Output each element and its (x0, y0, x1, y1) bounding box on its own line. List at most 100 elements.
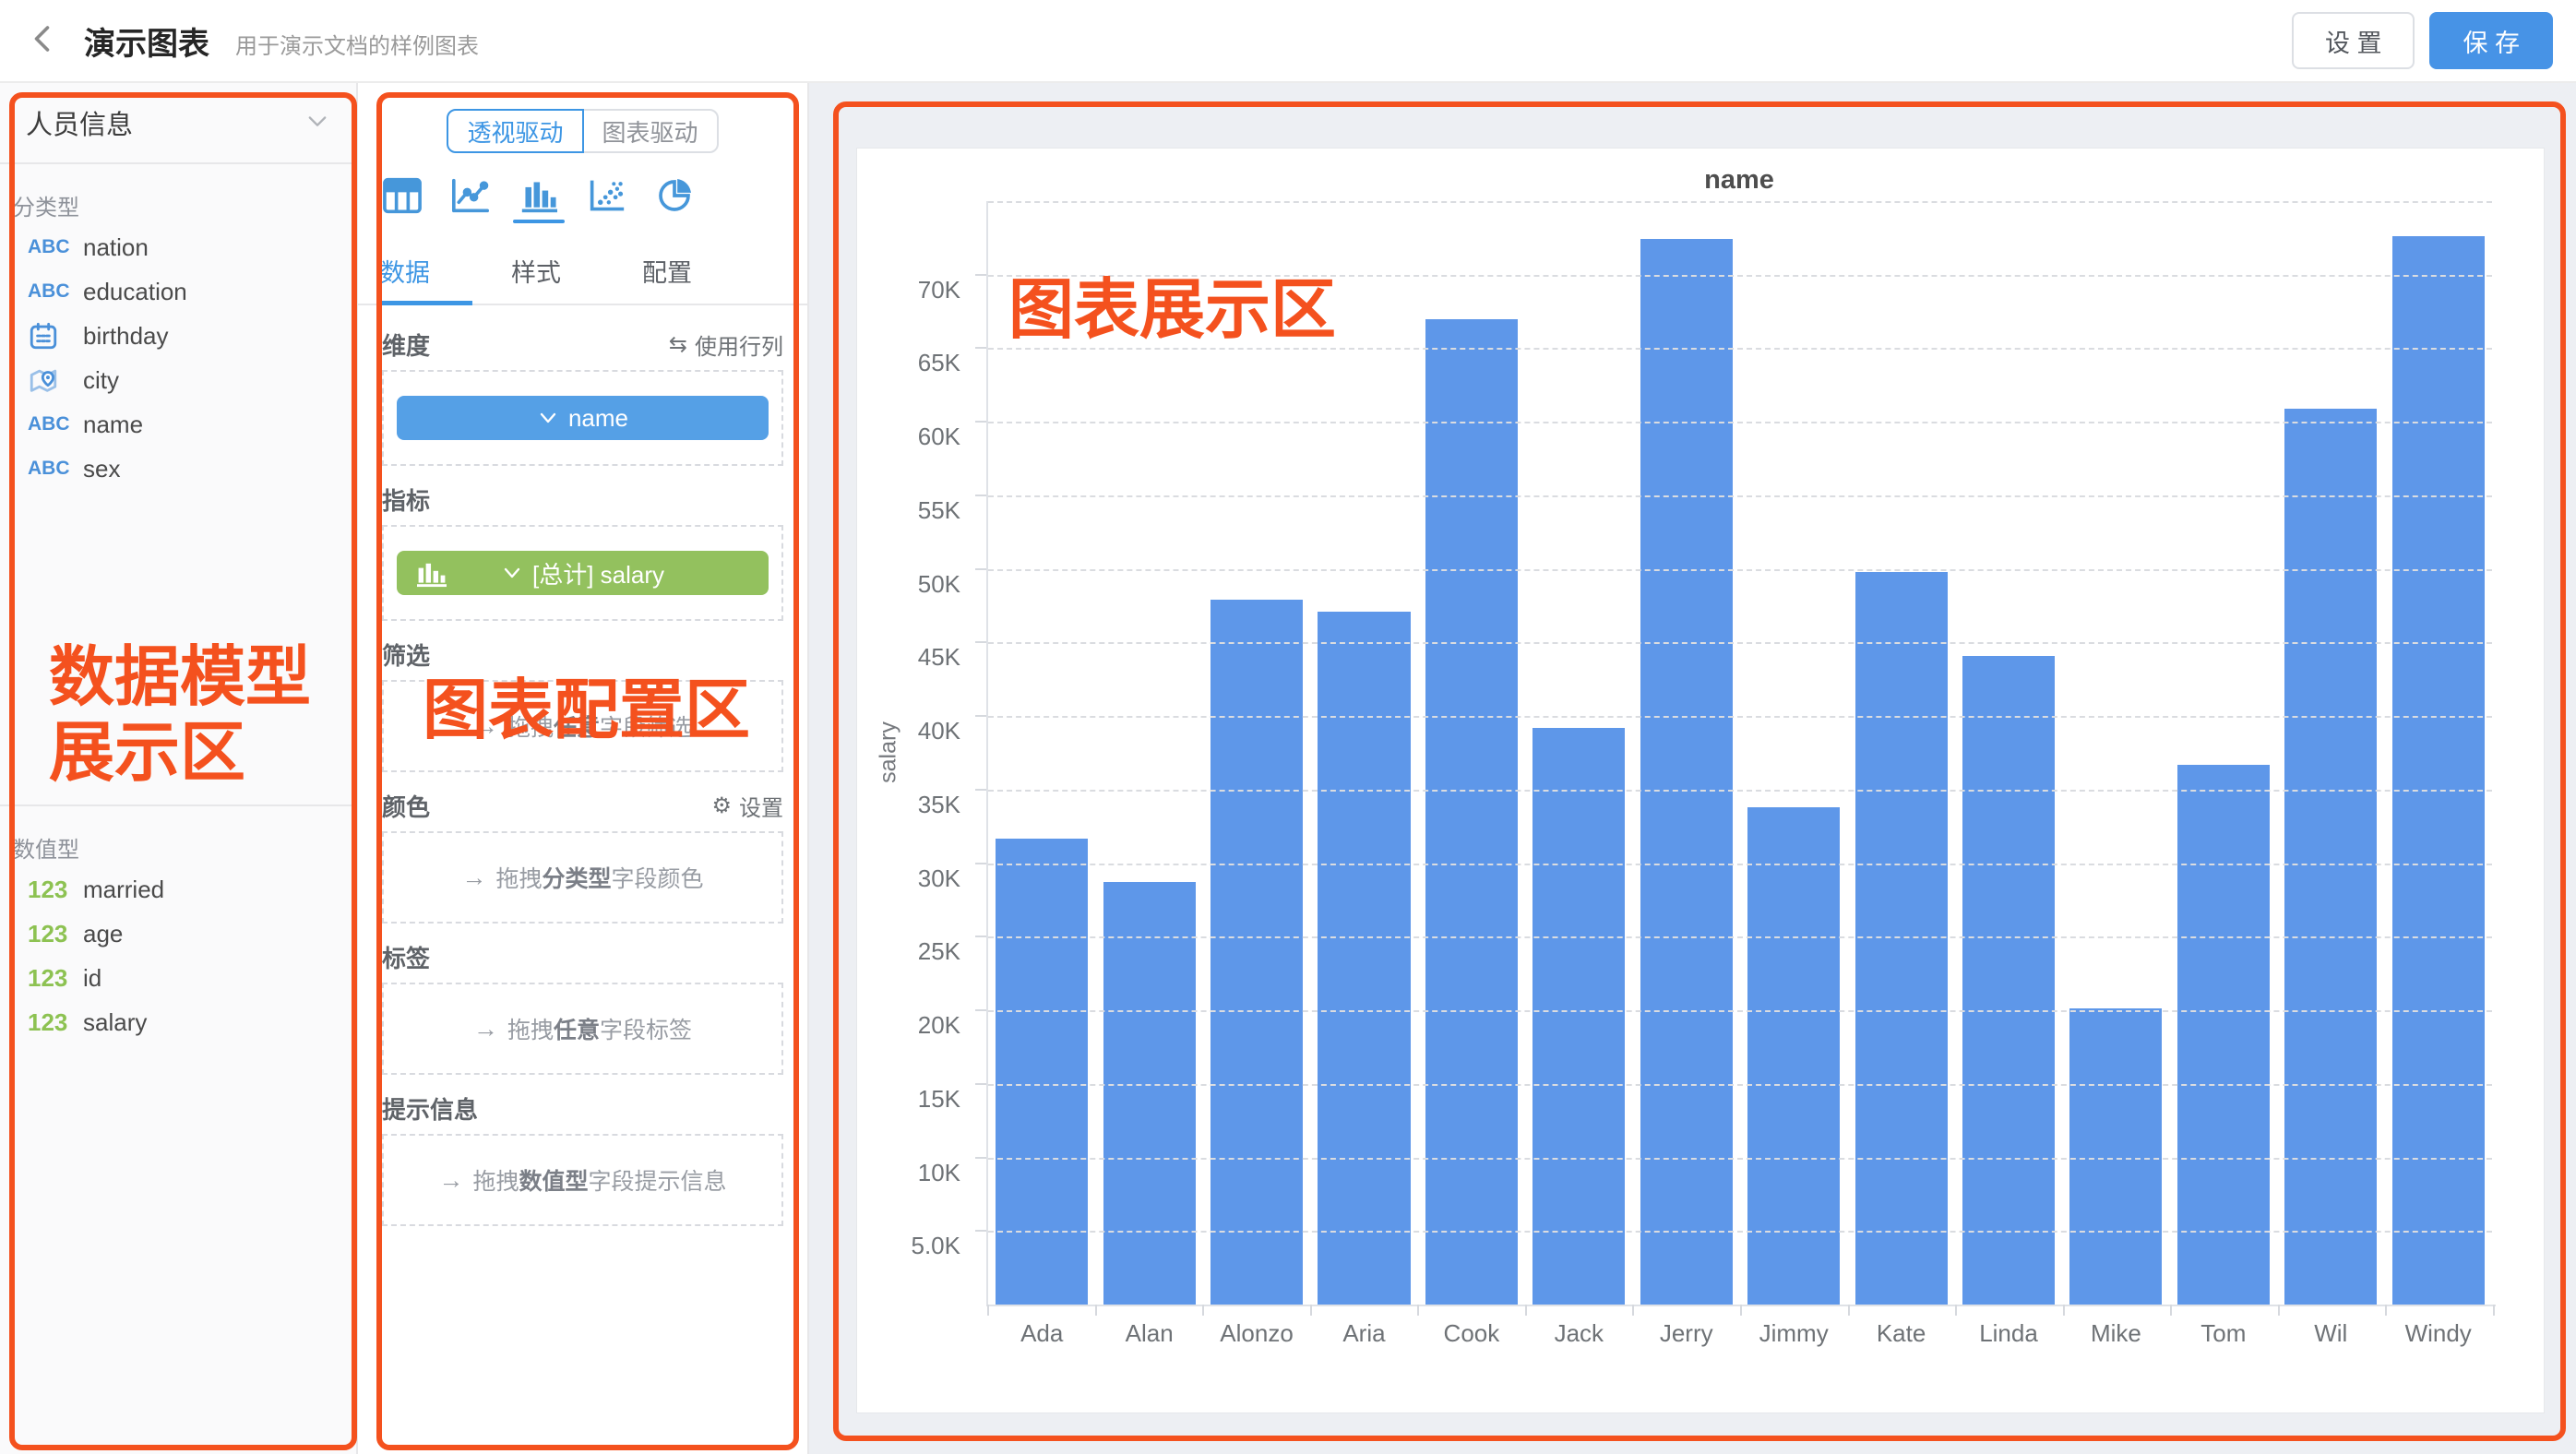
back-button[interactable] (23, 20, 64, 61)
text-field-icon: ABC (28, 236, 81, 258)
field-item-nation[interactable]: ABCnation (0, 225, 356, 269)
dropzone-hint: →拖拽分类型字段颜色 (461, 861, 703, 894)
pill-label: [总计] salary (532, 556, 664, 590)
number-field-icon: 123 (28, 1008, 81, 1037)
bar-chart-plot[interactable]: AdaAlanAlonzoAriaCookJackJerryJimmyKateL… (986, 201, 2492, 1305)
bar-Windy[interactable] (2392, 236, 2485, 1305)
bar-Linda[interactable] (1962, 656, 2055, 1305)
tooltip-dropzone[interactable]: →拖拽数值型字段提示信息 (382, 1134, 783, 1226)
pie-chart-icon[interactable] (655, 177, 696, 223)
bar-slot-Ada (988, 201, 1095, 1305)
config-tab-数据[interactable]: 数据 (380, 240, 491, 304)
numeric-field-list: 123married123age123id123salary (0, 864, 356, 1044)
x-label-Ada: Ada (988, 1319, 1095, 1348)
field-item-married[interactable]: 123married (0, 867, 356, 912)
scatter-chart-icon[interactable] (587, 177, 627, 223)
gridline-30000 (988, 864, 2492, 865)
chart-type-row (358, 153, 807, 223)
field-item-name[interactable]: ABCname (0, 402, 356, 447)
color-dropzone[interactable]: →拖拽分类型字段颜色 (382, 831, 783, 924)
arrow-right-icon: → (473, 1015, 498, 1043)
field-item-education[interactable]: ABCeducation (0, 269, 356, 314)
use-rows-cols-link[interactable]: ⇆ 使用行列 (669, 328, 783, 361)
field-item-age[interactable]: 123age (0, 912, 356, 956)
dataset-name: 人员信息 (26, 103, 133, 142)
field-pill-[总计] salary[interactable]: [总计] salary (397, 551, 769, 595)
bar-slot-Jerry (1633, 201, 1740, 1305)
header-actions: 设 置 保 存 (2292, 12, 2553, 69)
config-tabs: 数据样式配置 (358, 240, 807, 305)
bar-Alan[interactable] (1103, 882, 1196, 1305)
bar-Tom[interactable] (2177, 765, 2270, 1305)
gridline-75000 (988, 201, 2492, 203)
chart-title: name (986, 165, 2492, 196)
calendar-icon (28, 320, 81, 352)
bar-Wil[interactable] (2284, 409, 2377, 1305)
sidebar-divider (0, 804, 356, 806)
table-chart-icon[interactable] (382, 177, 423, 223)
bar-slot-Jimmy (1740, 201, 1847, 1305)
bar-chart-icon[interactable] (519, 177, 559, 223)
config-tab-样式[interactable]: 样式 (511, 240, 622, 304)
dimension-dropzone[interactable]: name (382, 370, 783, 466)
color-settings-link[interactable]: ⚙ 设置 (711, 790, 783, 822)
field-item-salary[interactable]: 123salary (0, 1000, 356, 1044)
x-tick-mark (1202, 1305, 1204, 1316)
gear-icon: ⚙ (711, 793, 732, 819)
category-field-list: ABCnationABCeducation birthday cityABCname… (0, 221, 356, 491)
settings-button[interactable]: 设 置 (2292, 12, 2415, 69)
label-dropzone[interactable]: →拖拽任意字段标签 (382, 983, 783, 1075)
label-section-title: 标签 (382, 940, 430, 974)
x-axis-labels: AdaAlanAlonzoAriaCookJackJerryJimmyKateL… (988, 1319, 2492, 1348)
x-tick-mark (2278, 1305, 2280, 1316)
y-tick-label-35K: 35K (813, 791, 960, 819)
line-chart-icon[interactable] (450, 177, 491, 223)
y-tick-label-55K: 55K (813, 496, 960, 525)
bar-Alonzo[interactable] (1210, 600, 1303, 1305)
bar-Ada[interactable] (996, 839, 1088, 1305)
x-tick-mark (2063, 1305, 2065, 1316)
dataset-selector[interactable]: 人员信息 (0, 83, 356, 164)
dimension-section-title: 维度 (382, 328, 430, 362)
x-tick-mark (987, 1305, 989, 1316)
save-button[interactable]: 保 存 (2429, 12, 2553, 69)
mode-tab-chart[interactable]: 图表驱动 (582, 109, 719, 153)
field-label: birthday (83, 322, 169, 351)
bar-Jack[interactable] (1532, 728, 1625, 1305)
y-tick-mark (975, 421, 986, 423)
number-field-icon: 123 (28, 920, 81, 948)
y-tick-mark (975, 641, 986, 643)
swap-icon: ⇆ (669, 331, 687, 358)
bar-slot-Windy (2384, 201, 2491, 1305)
bar-Jimmy[interactable] (1747, 807, 1840, 1305)
gridline-35000 (988, 790, 2492, 792)
config-tab-配置[interactable]: 配置 (642, 240, 753, 304)
mode-tab-pivot[interactable]: 透视驱动 (447, 109, 583, 153)
y-tick-mark (975, 1009, 986, 1011)
field-item-id[interactable]: 123id (0, 956, 356, 1000)
field-item-city[interactable]: city (0, 358, 356, 402)
gridline-50000 (988, 569, 2492, 571)
bar-chart-icon (413, 559, 450, 595)
y-tick-label-70K: 70K (813, 276, 960, 304)
field-item-birthday[interactable]: birthday (0, 314, 356, 358)
metric-dropzone[interactable]: [总计] salary (382, 525, 783, 621)
chart-display-region: name salary AdaAlanAlonzoAriaCookJackJer… (809, 83, 2576, 1454)
gridline-10000 (988, 1158, 2492, 1160)
field-item-sex[interactable]: ABCsex (0, 447, 356, 491)
x-label-Cook: Cook (1418, 1319, 1525, 1348)
filter-dropzone[interactable]: →拖拽任意字段筛选 (382, 680, 783, 772)
x-tick-mark (1525, 1305, 1527, 1316)
x-label-Aria: Aria (1310, 1319, 1417, 1348)
bar-slot-Kate (1847, 201, 1954, 1305)
number-field-icon: 123 (28, 876, 81, 904)
text-field-icon: ABC (28, 413, 81, 435)
x-tick-mark (1095, 1305, 1097, 1316)
field-label: age (83, 920, 123, 948)
field-pill-name[interactable]: name (397, 396, 769, 440)
bar-Jerry[interactable] (1640, 239, 1733, 1305)
chart-builder-app: 演示图表 用于演示文档的样例图表 设 置 保 存 人员信息 分类型 ABCnat… (0, 0, 2576, 1454)
field-label: salary (83, 1008, 147, 1037)
gridline-20000 (988, 1010, 2492, 1012)
y-tick-label-30K: 30K (813, 864, 960, 893)
